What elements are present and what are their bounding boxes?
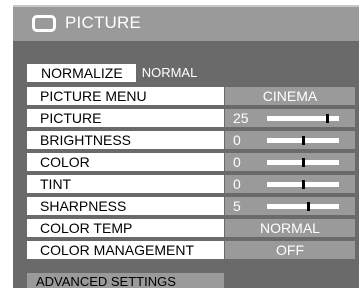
- color-value-box[interactable]: 0: [225, 153, 355, 171]
- brightness-slider[interactable]: [267, 136, 339, 145]
- picture-menu-value-box[interactable]: CINEMA: [225, 87, 355, 105]
- brightness-value-box[interactable]: 0: [225, 131, 355, 149]
- picture-osd-menu: PICTURE NORMALIZE NORMAL PICTURE MENU CI…: [0, 0, 359, 288]
- color-temp-value-box[interactable]: NORMAL: [225, 219, 355, 237]
- picture-slider[interactable]: [267, 114, 339, 123]
- color-management-label: COLOR MANAGEMENT: [27, 241, 224, 259]
- tint-slider[interactable]: [267, 180, 339, 189]
- tint-value-box[interactable]: 0: [225, 175, 355, 193]
- menu-row-color-temp[interactable]: COLOR TEMP NORMAL: [27, 219, 355, 237]
- menu-title: PICTURE: [65, 13, 142, 32]
- color-temp-value: NORMAL: [260, 220, 320, 236]
- normalize-row: NORMALIZE NORMAL: [27, 64, 197, 82]
- menu-row-picture-menu[interactable]: PICTURE MENU CINEMA: [27, 87, 355, 105]
- picture-value: 25: [233, 110, 249, 126]
- sharpness-value-box[interactable]: 5: [225, 197, 355, 215]
- color-slider-knob[interactable]: [302, 158, 305, 167]
- menu-row-color-management[interactable]: COLOR MANAGEMENT OFF: [27, 241, 355, 259]
- color-slider[interactable]: [267, 158, 339, 167]
- brightness-slider-knob[interactable]: [302, 136, 305, 145]
- menu-row-picture[interactable]: PICTURE 25: [27, 109, 355, 127]
- normalize-button[interactable]: NORMALIZE: [27, 64, 136, 82]
- brightness-label: BRIGHTNESS: [27, 131, 224, 149]
- sharpness-value: 5: [233, 198, 241, 214]
- color-value: 0: [233, 154, 241, 170]
- tint-label: TINT: [27, 175, 224, 193]
- color-management-value: OFF: [276, 242, 304, 258]
- brightness-value: 0: [233, 132, 241, 148]
- picture-menu-label: PICTURE MENU: [27, 87, 224, 105]
- color-management-value-box[interactable]: OFF: [225, 241, 355, 259]
- sharpness-label: SHARPNESS: [27, 197, 224, 215]
- picture-label: PICTURE: [27, 109, 224, 127]
- normalize-status: NORMAL: [141, 65, 198, 80]
- menu-row-tint[interactable]: TINT 0: [27, 175, 355, 193]
- picture-value-box[interactable]: 25: [225, 109, 355, 127]
- color-temp-label: COLOR TEMP: [27, 219, 224, 237]
- menu-row-brightness[interactable]: BRIGHTNESS 0: [27, 131, 355, 149]
- tint-value: 0: [233, 176, 241, 192]
- advanced-settings-button[interactable]: ADVANCED SETTINGS: [27, 273, 224, 288]
- sharpness-slider[interactable]: [267, 202, 339, 211]
- picture-slider-knob[interactable]: [326, 114, 329, 123]
- title-bar: PICTURE: [13, 5, 359, 41]
- menu-row-sharpness[interactable]: SHARPNESS 5: [27, 197, 355, 215]
- picture-monitor-icon: [32, 15, 56, 32]
- tint-slider-knob[interactable]: [302, 180, 305, 189]
- menu-row-color[interactable]: COLOR 0: [27, 153, 355, 171]
- picture-menu-value: CINEMA: [262, 88, 318, 104]
- color-label: COLOR: [27, 153, 224, 171]
- sharpness-slider-knob[interactable]: [307, 202, 310, 211]
